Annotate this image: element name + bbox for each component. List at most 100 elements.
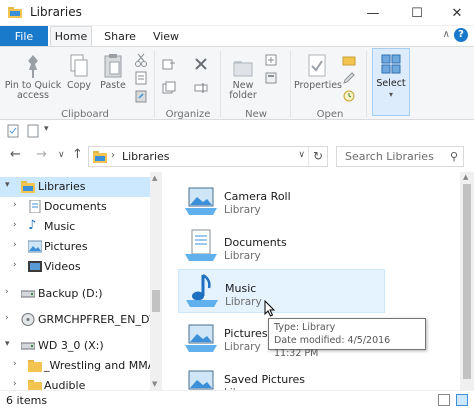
expand-arrow-icon[interactable]: › bbox=[13, 200, 17, 210]
nav-item-wd-drive[interactable]: ▾ WD 3_0 (X:) bbox=[0, 336, 150, 356]
expand-arrow-icon[interactable]: › bbox=[13, 220, 17, 230]
refresh-button[interactable]: ↻ bbox=[308, 147, 327, 166]
expand-arrow-icon[interactable]: › bbox=[5, 313, 9, 323]
paste-icon bbox=[104, 54, 122, 78]
open-icon[interactable] bbox=[342, 53, 356, 67]
pin-label-line2: access bbox=[16, 90, 49, 101]
open-group-label: Open bbox=[316, 109, 344, 120]
address-bar[interactable]: › Libraries ∨ ↻ bbox=[88, 146, 328, 167]
scroll-down-icon[interactable]: ▼ bbox=[152, 380, 157, 388]
copy-to-icon[interactable] bbox=[162, 81, 176, 95]
library-item-music[interactable]: Music Library bbox=[178, 269, 385, 313]
breadcrumb-libraries[interactable]: Libraries bbox=[122, 150, 170, 163]
breadcrumb-separator-icon[interactable]: › bbox=[111, 150, 115, 161]
select-button[interactable]: Select ▾ bbox=[372, 48, 410, 116]
nav-item-label: _Wrestling and MMA bbox=[44, 359, 156, 372]
delete-icon[interactable] bbox=[194, 57, 208, 71]
details-view-icon[interactable] bbox=[438, 394, 450, 406]
scrollbar-thumb[interactable] bbox=[463, 184, 471, 379]
ribbon-separator bbox=[290, 51, 291, 117]
drive-icon bbox=[21, 290, 35, 298]
paste-label: Paste bbox=[100, 80, 126, 91]
recent-locations-button[interactable]: ∨ bbox=[58, 150, 65, 160]
pin-to-quick-access-button[interactable]: Pin to Quick access bbox=[4, 53, 62, 101]
copy-button[interactable]: Copy bbox=[64, 53, 94, 91]
scroll-up-icon[interactable]: ▲ bbox=[463, 173, 468, 181]
select-label: Select bbox=[376, 78, 406, 89]
scroll-up-icon[interactable]: ▲ bbox=[152, 174, 157, 182]
nav-item-videos[interactable]: › Videos bbox=[0, 257, 150, 277]
properties-button[interactable]: Properties bbox=[294, 53, 342, 91]
new-folder-quick-icon[interactable] bbox=[26, 124, 40, 138]
nav-item-label: Videos bbox=[44, 260, 81, 273]
close-button[interactable]: ✕ bbox=[440, 0, 474, 26]
music-library-icon bbox=[186, 273, 218, 307]
search-icon[interactable]: ⚲ bbox=[450, 150, 458, 163]
nav-item-label: Libraries bbox=[38, 180, 86, 193]
library-item-saved-pictures[interactable]: Saved Pictures Library bbox=[178, 361, 385, 390]
help-icon[interactable]: ? bbox=[454, 28, 468, 42]
library-name: Documents bbox=[224, 236, 287, 249]
large-icons-view-icon[interactable] bbox=[456, 394, 468, 406]
edit-icon[interactable] bbox=[342, 71, 356, 85]
forward-button[interactable]: → bbox=[36, 147, 47, 162]
scrollbar-thumb[interactable] bbox=[152, 290, 160, 312]
new-folder-button[interactable]: New folder bbox=[226, 53, 260, 101]
rename-icon[interactable] bbox=[194, 81, 208, 95]
nav-item-dvd-drive[interactable]: › GRMCHPFRER_EN_DVD (I bbox=[0, 310, 160, 330]
expand-arrow-icon[interactable]: › bbox=[13, 379, 17, 389]
content-scrollbar[interactable]: ▲ bbox=[460, 172, 474, 390]
collapse-arrow-icon[interactable]: ▾ bbox=[5, 339, 10, 349]
nav-item-music[interactable]: › ♪ Music bbox=[0, 217, 150, 237]
minimize-button[interactable]: — bbox=[356, 0, 390, 26]
copy-path-icon[interactable] bbox=[134, 71, 148, 85]
nav-item-documents[interactable]: › Documents bbox=[0, 197, 150, 217]
easy-access-icon[interactable] bbox=[264, 71, 278, 85]
move-to-icon[interactable] bbox=[162, 57, 176, 71]
videos-icon bbox=[28, 261, 42, 272]
library-item-camera-roll[interactable]: Camera Roll Library bbox=[178, 178, 385, 222]
tab-share[interactable]: Share bbox=[100, 26, 140, 46]
paste-button[interactable]: Paste bbox=[97, 53, 129, 91]
camera-roll-icon bbox=[185, 187, 217, 215]
nav-item-audible-folder[interactable]: › Audible bbox=[0, 376, 150, 390]
nav-item-wrestling-folder[interactable]: › _Wrestling and MMA bbox=[0, 356, 155, 376]
paste-shortcut-icon[interactable] bbox=[134, 89, 148, 103]
nav-pane-scrollbar[interactable]: ▲ ▼ bbox=[150, 172, 162, 390]
nav-item-backup-drive[interactable]: › Backup (D:) bbox=[0, 284, 150, 304]
tab-view[interactable]: View bbox=[148, 26, 184, 46]
nav-item-label: Pictures bbox=[44, 240, 88, 253]
expand-arrow-icon[interactable]: › bbox=[13, 359, 17, 369]
address-dropdown-icon[interactable]: ∨ bbox=[298, 150, 305, 160]
history-icon[interactable] bbox=[342, 89, 356, 103]
pictures-icon bbox=[28, 240, 42, 253]
title-bar: Libraries — ☐ ✕ bbox=[0, 0, 474, 26]
customize-qat-icon[interactable]: ▾ bbox=[44, 124, 49, 134]
maximize-button[interactable]: ☐ bbox=[400, 0, 434, 26]
library-type: Library bbox=[224, 341, 261, 353]
expand-arrow-icon[interactable]: › bbox=[13, 240, 17, 250]
up-button[interactable]: ↑ bbox=[72, 147, 83, 162]
new-item-icon[interactable] bbox=[264, 53, 278, 67]
libraries-icon bbox=[21, 181, 35, 193]
properties-icon bbox=[308, 54, 326, 77]
properties-quick-icon[interactable] bbox=[6, 124, 20, 138]
search-input[interactable]: Search Libraries bbox=[336, 146, 464, 167]
expand-arrow-icon[interactable]: › bbox=[13, 260, 17, 270]
back-button[interactable]: ← bbox=[10, 147, 21, 162]
collapse-ribbon-icon[interactable]: ∧ bbox=[443, 29, 450, 40]
tab-home[interactable]: Home bbox=[50, 26, 92, 46]
expand-arrow-icon[interactable]: › bbox=[5, 287, 9, 297]
nav-item-label: Documents bbox=[44, 200, 107, 213]
tab-file[interactable]: File bbox=[0, 26, 48, 46]
cut-icon[interactable] bbox=[134, 53, 148, 67]
library-type: Library bbox=[224, 204, 261, 216]
nav-item-libraries[interactable]: ▾ Libraries bbox=[0, 177, 150, 197]
collapse-arrow-icon[interactable]: ▾ bbox=[5, 180, 10, 190]
ribbon-separator bbox=[220, 51, 221, 117]
dvd-drive-icon bbox=[21, 313, 35, 326]
nav-item-pictures[interactable]: › Pictures bbox=[0, 237, 150, 257]
library-item-documents[interactable]: Documents Library bbox=[178, 224, 385, 268]
mouse-cursor-icon bbox=[264, 300, 276, 317]
select-icon bbox=[381, 54, 401, 74]
